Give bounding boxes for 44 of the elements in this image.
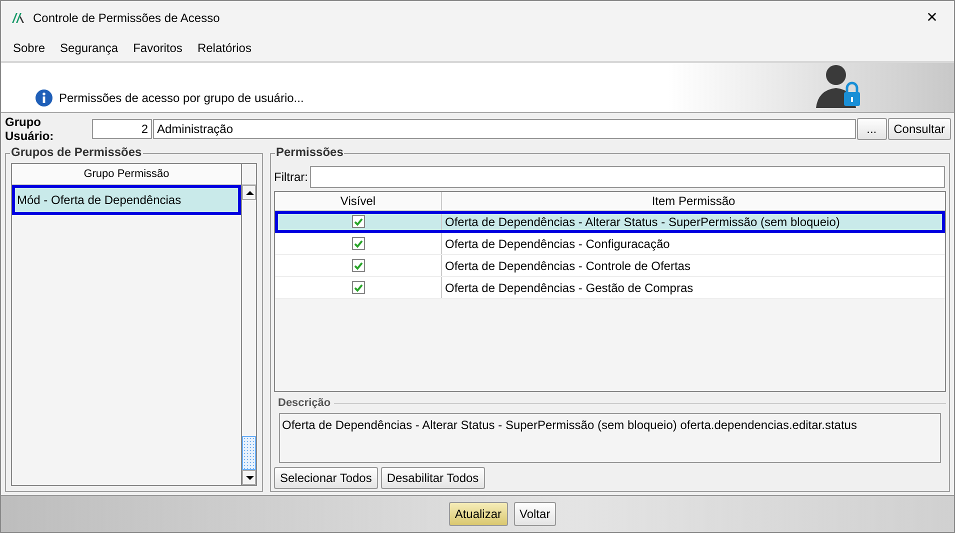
table-cell-text: Oferta de Dependências - Configuracação [444,236,671,252]
code-field[interactable]: 2 [92,119,152,139]
menu-item[interactable]: Sobre [13,38,46,56]
name-field[interactable]: Administração [153,119,856,139]
action-button[interactable]: Desabilitar Todos [380,467,485,489]
scroll-up-icon[interactable] [242,185,256,200]
scroll-down-icon[interactable] [242,470,256,485]
checkbox[interactable] [352,259,364,272]
browse-button[interactable]: ... [856,118,887,140]
grid-row[interactable]: Oferta de Dependências - Gestão de Compras [275,277,945,299]
grid-row[interactable]: Oferta de Dependências - Configuracação [275,233,945,255]
checkbox[interactable] [352,281,364,294]
checkbox[interactable] [352,237,364,250]
menu-item[interactable]: Relatórios [197,38,252,56]
checkbox[interactable] [352,215,364,228]
filter-label: Filtrar: [274,170,308,184]
menu-item[interactable]: Favoritos [133,38,182,56]
grid-row[interactable]: Oferta de Dependências - Alterar Status - SuperPermissão (sem bloqueio) [275,211,945,233]
action-button[interactable]: Selecionar Todos [274,467,378,489]
menu-item[interactable]: Segurança [60,38,118,56]
table-cell-text: Oferta de Dependências - Gestão de Compras [444,280,694,296]
window-title: Controle de Permissões de Acesso [33,10,220,24]
footer-button[interactable]: Atualizar [448,502,508,526]
logo-icon [11,12,25,24]
list-row[interactable]: Mód - Oferta de Dependências [12,185,241,215]
info-icon [35,89,53,107]
group-title: Grupos de Permissões [10,145,143,159]
description-title: Descrição [278,397,331,409]
field-label: Grupo Usuário: [5,115,55,143]
column-header: Visível [275,192,442,210]
footer-button[interactable]: Voltar [514,502,556,526]
grid-row[interactable]: Oferta de Dependências - Controle de Ofertas [275,255,945,277]
close-button[interactable]: ✕ [910,1,954,34]
description-field[interactable]: Oferta de Dependências - Alterar Status - SuperPermissão (sem bloqueio) oferta.dependencias.editar.status [279,413,941,463]
scroll-thumb[interactable] [242,436,256,470]
banner-text: Permissões de acesso por grupo de usuário... [59,91,304,105]
table-cell-text: Oferta de Dependências - Controle de Ofertas [444,258,692,274]
group-title: Permissões [275,145,344,159]
table-cell-text: Oferta de Dependências - Alterar Status - SuperPermissão (sem bloqueio) [444,214,841,230]
query-button[interactable]: Consultar [888,118,951,140]
column-header: Item Permissão [650,193,736,210]
scrollbar[interactable] [242,185,256,485]
column-header: Grupo Permissão [12,164,241,185]
filter-field[interactable] [310,166,945,188]
